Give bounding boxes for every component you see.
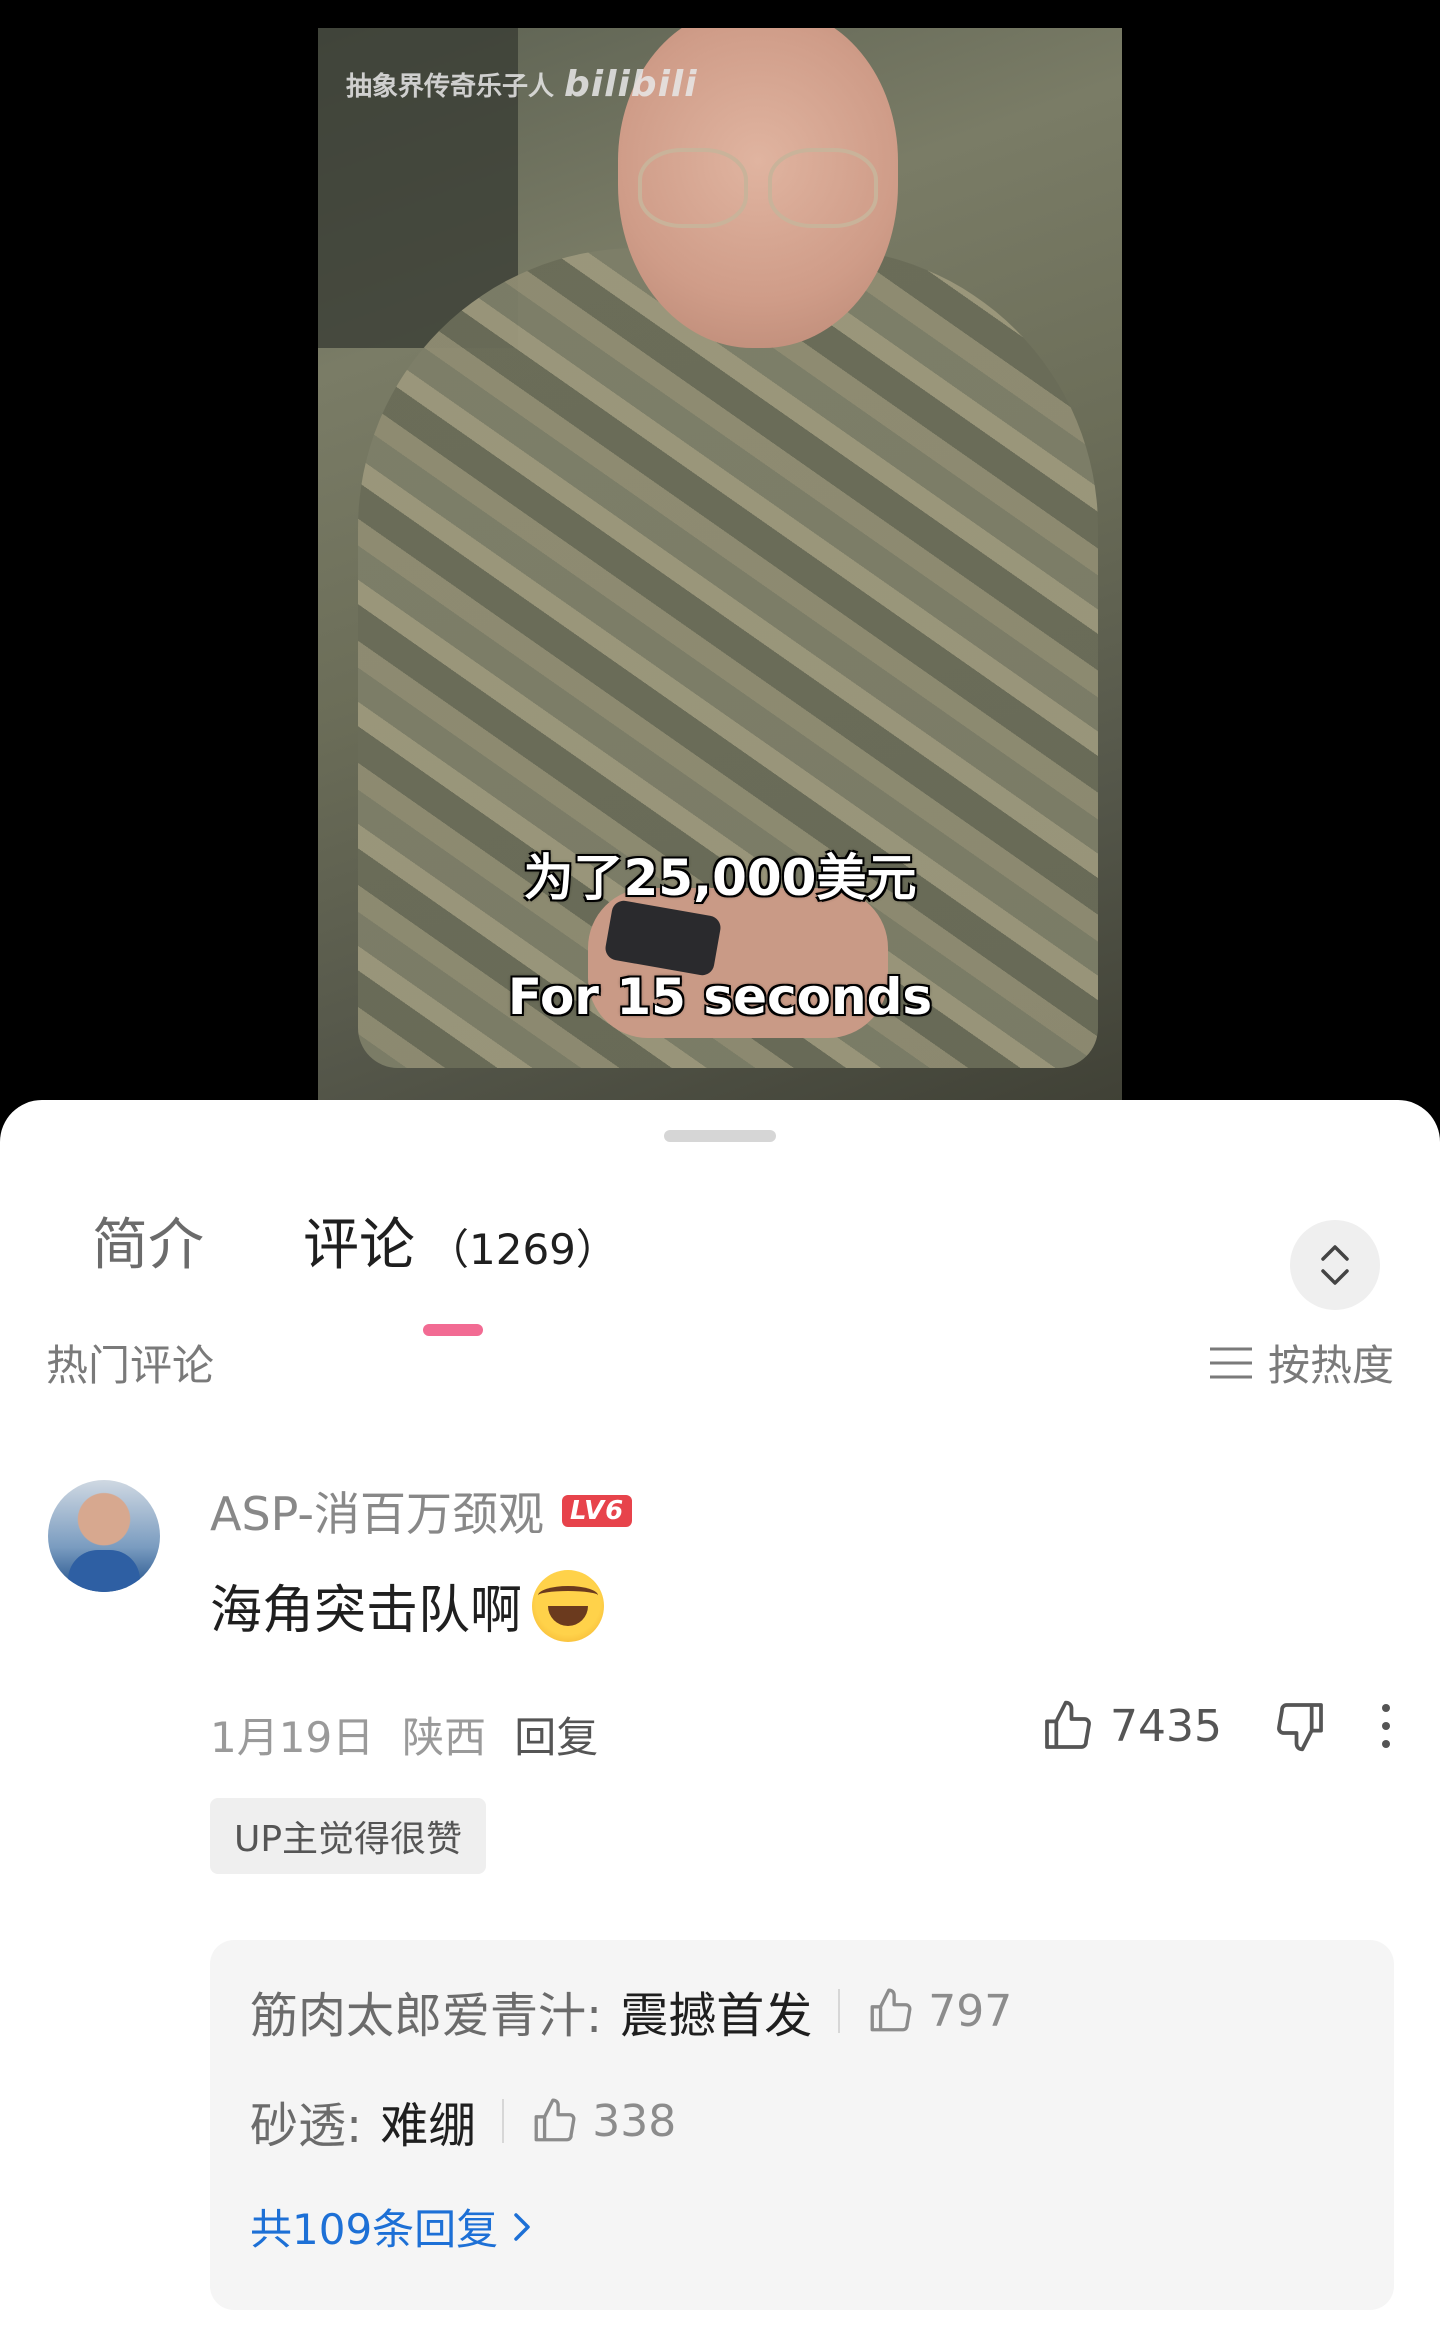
like-count: 7435: [1110, 1700, 1222, 1752]
reply-likes[interactable]: 338: [530, 2096, 676, 2147]
divider: [502, 2099, 505, 2143]
reply-item[interactable]: 筋肉太郎爱青汁: 震撼首发 797: [250, 1976, 1012, 2046]
reply-author: 砂透:: [250, 2098, 363, 2154]
video-subject-glasses: [638, 148, 748, 228]
reply-like-count: 797: [928, 1985, 1013, 2037]
comment-text: 海角突击队啊: [210, 1581, 523, 1641]
thumbs-up-icon: [534, 2098, 576, 2142]
subtitle-chinese: 为了25,000美元: [523, 849, 917, 907]
hot-comments-title: 热门评论: [46, 1341, 215, 1390]
sort-row: 热门评论 按热度: [46, 1322, 1394, 1394]
tab-comments[interactable]: 评论 （1269）: [303, 1200, 618, 1281]
reply-text: 震撼首发: [620, 1988, 813, 2044]
thumbs-up-icon: [1045, 1700, 1091, 1749]
comment-text-row[interactable]: 海角突击队啊: [210, 1568, 605, 1643]
tab-bar: 简介 评论 （1269）: [0, 1160, 1440, 1336]
comment-username-row: ASP-消百万颈观 LV6: [210, 1478, 633, 1544]
thumbs-down-icon[interactable]: [1272, 1698, 1328, 1754]
reply-author: 筋肉太郎爱青汁:: [250, 1988, 603, 2044]
tab-comments-count: （1269）: [427, 1225, 618, 1274]
replies-box: 筋肉太郎爱青汁: 震撼首发 797 砂透: 难绷 338 共109条回复: [210, 1940, 1394, 2310]
expand-collapse-button[interactable]: [1290, 1220, 1380, 1310]
reply-likes[interactable]: 797: [866, 1986, 1012, 2037]
subtitle-english: For 15 seconds: [507, 968, 933, 1026]
video-frame[interactable]: 抽象界传奇乐子人 bilibili 为了25,000美元 For 15 seco…: [318, 28, 1122, 1120]
menu-lines-icon: [1209, 1347, 1252, 1378]
reply-button[interactable]: 回复: [514, 1704, 598, 1765]
chevron-up-down-icon: [1321, 1245, 1349, 1285]
thumbs-up-icon: [870, 1988, 912, 2032]
level-badge: LV6: [562, 1495, 633, 1527]
comments-sheet: 简介 评论 （1269） 热门评论 按热度 ASP-消百万颈观 LV6 海角突击…: [0, 1100, 1440, 2341]
comment-date: 1月19日: [210, 1713, 375, 1762]
comment-location: 陕西: [402, 1713, 487, 1762]
avatar[interactable]: [48, 1480, 160, 1592]
sort-button[interactable]: 按热度: [1208, 1332, 1394, 1393]
video-player[interactable]: 抽象界传奇乐子人 bilibili 为了25,000美元 For 15 seco…: [0, 0, 1440, 1120]
up-liked-badge: UP主觉得很赞: [210, 1798, 487, 1874]
tab-intro[interactable]: 简介: [92, 1200, 204, 1281]
like-button[interactable]: 7435: [1040, 1698, 1222, 1754]
avatar-shirt: [68, 1550, 140, 1592]
comment-meta: 1月19日 陕西 回复: [210, 1704, 598, 1765]
video-watermark: 抽象界传奇乐子人 bilibili: [346, 64, 698, 105]
reply-item[interactable]: 砂透: 难绷 338: [250, 2086, 676, 2156]
reply-like-count: 338: [592, 2095, 677, 2147]
comment-actions: 7435: [1040, 1698, 1394, 1754]
bilibili-logo: bilibili: [564, 64, 698, 105]
tab-intro-label: 简介: [92, 1213, 204, 1278]
sheet-drag-handle[interactable]: [664, 1130, 776, 1142]
watermark-text: 抽象界传奇乐子人: [346, 72, 555, 102]
more-options-icon[interactable]: [1378, 1698, 1394, 1754]
more-replies-label: 共109条回复: [250, 2205, 499, 2254]
chevron-right-icon: [514, 2212, 530, 2241]
comment-username[interactable]: ASP-消百万颈观: [210, 1478, 544, 1544]
divider: [838, 1989, 841, 2033]
sort-label: 按热度: [1267, 1341, 1394, 1390]
laughing-crying-emoji-icon: [532, 1569, 605, 1642]
video-subject-glasses: [768, 148, 878, 228]
view-more-replies-link[interactable]: 共109条回复: [250, 2196, 534, 2257]
tab-comments-label: 评论: [303, 1213, 415, 1278]
reply-text: 难绷: [380, 2098, 477, 2154]
